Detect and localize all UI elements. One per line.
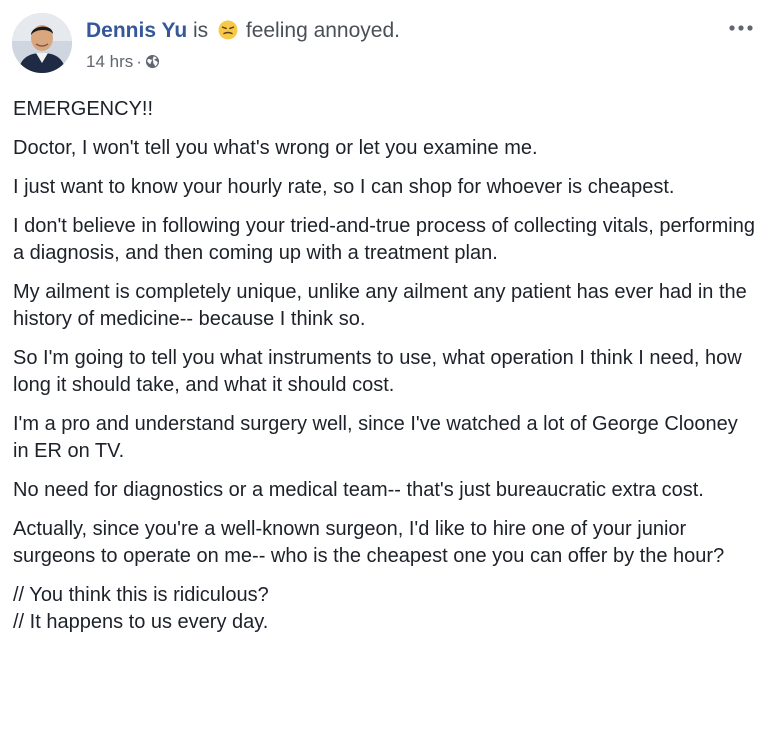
annoyed-face-icon [218, 20, 238, 40]
author-name[interactable]: Dennis Yu [86, 19, 187, 42]
post-header: Dennis Yu is feeling annoyed. 14 hrs · [12, 12, 756, 78]
avatar[interactable] [12, 13, 72, 73]
post-paragraph: EMERGENCY!! [13, 98, 154, 120]
timestamp[interactable]: 14 hrs [86, 52, 133, 71]
post-paragraph: I don't believe in following your tried-… [13, 215, 755, 264]
post-paragraph: Doctor, I won't tell you what's wrong or… [13, 137, 538, 159]
post-body: EMERGENCY!! Doctor, I won't tell you wha… [13, 96, 757, 648]
facebook-post: Dennis Yu is feeling annoyed. 14 hrs · E… [0, 0, 768, 755]
globe-icon[interactable] [145, 54, 160, 69]
post-paragraph: // You think this is ridiculous? // It h… [13, 584, 269, 633]
is-text: is [193, 19, 209, 42]
meta-separator: · [136, 52, 142, 71]
post-paragraph: So I'm going to tell you what instrument… [13, 347, 742, 396]
profile-photo [12, 13, 72, 73]
post-paragraph: My ailment is completely unique, unlike … [13, 281, 747, 330]
feeling-text: feeling annoyed. [245, 19, 400, 42]
post-title-line: Dennis Yu is feeling annoyed. [86, 18, 400, 44]
post-paragraph: Actually, since you're a well-known surg… [13, 518, 725, 567]
more-options-icon[interactable] [726, 18, 756, 38]
post-paragraph: I just want to know your hourly rate, so… [13, 176, 675, 198]
post-meta: 14 hrs · [86, 52, 160, 72]
post-paragraph: No need for diagnostics or a medical tea… [13, 479, 704, 501]
post-paragraph: I'm a pro and understand surgery well, s… [13, 413, 738, 462]
